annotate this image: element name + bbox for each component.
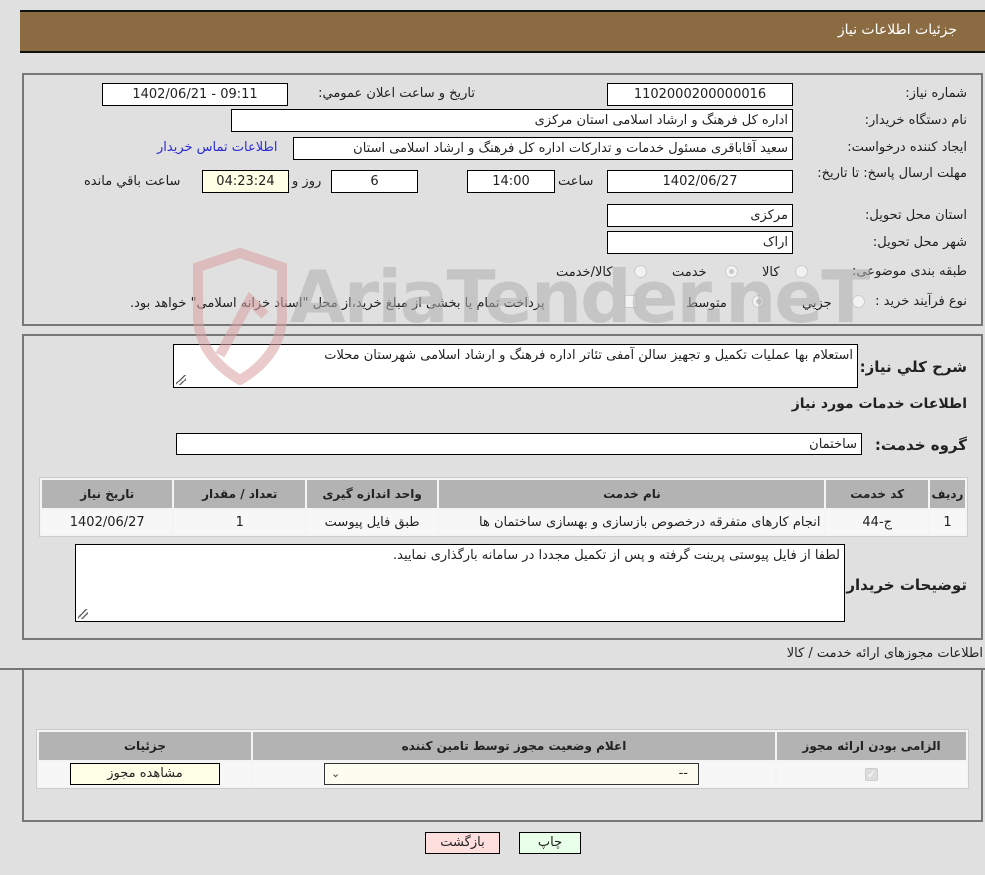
- col-header-name: نام خدمت: [439, 480, 825, 508]
- cell-service-code: ج-44: [826, 510, 928, 534]
- cell-row-number: 1: [929, 510, 965, 534]
- table-row: ✓ -- ⌄ مشاهده مجوز: [39, 762, 966, 786]
- service-group-field: ساختمان: [176, 433, 862, 455]
- description-text: استعلام بها عملیات تکمیل و تجهیز سالن آم…: [324, 348, 853, 363]
- cell-quantity: 1: [174, 510, 305, 534]
- city-field: اراک: [607, 231, 793, 254]
- need-number-label: شماره نیاز:: [905, 86, 967, 101]
- province-label: استان محل تحویل:: [865, 208, 967, 223]
- buyer-notes-textarea[interactable]: لطفا از فایل پیوستی پرینت گرفته و پس از …: [75, 544, 845, 622]
- resize-handle-icon[interactable]: [78, 609, 88, 619]
- view-permit-button[interactable]: مشاهده مجوز: [70, 763, 220, 785]
- buyer-org-field: اداره کل فرهنگ و ارشاد اسلامی استان مرکز…: [231, 109, 793, 132]
- category-option-service: خدمت: [672, 265, 707, 280]
- chevron-down-icon: ⌄: [331, 767, 341, 780]
- city-label: شهر محل تحویل:: [872, 235, 967, 250]
- col-header-unit: واحد اندازه گیری: [306, 480, 438, 508]
- remaining-time-field: 04:23:24: [202, 170, 289, 193]
- category-radio-service[interactable]: [725, 265, 738, 278]
- cell-need-date: 1402/06/27: [42, 510, 173, 534]
- col-header-permit-status: اعلام وضعیت مجوز توسط تامین کننده: [253, 732, 775, 760]
- service-group-label: گروه خدمت:: [874, 436, 967, 454]
- required-checkbox-checked-icon: ✓: [865, 767, 878, 781]
- permit-status-select[interactable]: -- ⌄: [324, 763, 699, 785]
- col-header-row: ردیف: [929, 480, 965, 508]
- services-section-title: اطلاعات خدمات مورد نیاز: [791, 396, 967, 412]
- category-option-goods: کالا: [762, 265, 780, 280]
- table-row: 1 ج-44 انجام کارهای متفرقه درخصوص بازساز…: [42, 510, 965, 534]
- col-header-details: جزئیات: [39, 732, 251, 760]
- purchase-option-minor: جزيي: [802, 296, 832, 311]
- deadline-time-label: ساعت: [558, 174, 594, 189]
- page-title: جزئيات اطلاعات نیاز: [837, 22, 957, 38]
- cell-details: مشاهده مجوز: [39, 762, 251, 786]
- buyer-notes-label: توضیحات خریدار:: [840, 576, 967, 594]
- permits-title: اطلاعات مجوزهای ارائه خدمت / کالا: [786, 646, 983, 661]
- cell-unit: طبق فایل پیوست: [306, 510, 438, 534]
- days-label: روز و: [292, 174, 322, 189]
- purchase-option-medium: متوسط: [686, 296, 727, 311]
- buyer-notes-text: لطفا از فایل پیوستی پرینت گرفته و پس از …: [393, 548, 840, 563]
- remaining-days-field: 6: [331, 170, 418, 193]
- buyer-contact-link[interactable]: اطلاعات تماس خریدار: [157, 140, 277, 155]
- announce-datetime-label: تاریخ و ساعت اعلان عمومي:: [318, 86, 475, 101]
- province-field: مرکزی: [607, 204, 793, 227]
- page-header: جزئيات اطلاعات نیاز: [20, 10, 985, 53]
- permits-title-bar: اطلاعات مجوزهای ارائه خدمت / کالا: [0, 640, 985, 670]
- buyer-org-label: نام دستگاه خریدار:: [864, 113, 967, 128]
- deadline-date-field: 1402/06/27: [607, 170, 793, 193]
- cell-service-name: انجام کارهای متفرقه درخصوص بازسازی و بهس…: [439, 510, 825, 534]
- purchase-radio-medium[interactable]: [752, 295, 765, 308]
- resize-handle-icon[interactable]: [176, 375, 186, 385]
- category-radio-goods[interactable]: [795, 265, 808, 278]
- remaining-time-label: ساعت باقي مانده: [84, 174, 181, 189]
- services-table: ردیف کد خدمت نام خدمت واحد اندازه گیری ت…: [39, 477, 968, 537]
- deadline-time-field: 14:00: [467, 170, 555, 193]
- description-textarea[interactable]: استعلام بها عملیات تکمیل و تجهیز سالن آم…: [173, 344, 858, 388]
- col-header-code: کد خدمت: [826, 480, 928, 508]
- category-option-goods-service: کالا/خدمت: [556, 265, 613, 280]
- col-header-date: تاریخ نیاز: [42, 480, 173, 508]
- treasury-checkbox[interactable]: [624, 295, 637, 308]
- col-header-quantity: تعداد / مقدار: [174, 480, 305, 508]
- purchase-type-label: نوع فرآیند خرید :: [875, 294, 967, 309]
- permits-table: الزامی بودن ارائه مجوز اعلام وضعیت مجوز …: [36, 729, 969, 789]
- back-button[interactable]: بازگشت: [425, 832, 500, 854]
- purchase-radio-minor[interactable]: [852, 295, 865, 308]
- cell-permit-status: -- ⌄: [253, 762, 775, 786]
- requester-label: ایجاد کننده درخواست:: [847, 140, 967, 155]
- treasury-note: پرداخت تمام یا بخشی از مبلغ خرید،از محل …: [130, 296, 545, 311]
- permit-status-value: --: [678, 766, 688, 781]
- col-header-permit-required: الزامی بودن ارائه مجوز: [777, 732, 966, 760]
- cell-permit-required: ✓: [777, 762, 966, 786]
- requester-field: سعید آقاباقری مسئول خدمات و تدارکات ادار…: [293, 137, 793, 160]
- announce-datetime-field: 1402/06/21 - 09:11: [102, 83, 288, 106]
- category-label: طبقه بندی موضوعی:: [851, 264, 967, 279]
- deadline-label: مهلت ارسال پاسخ: تا تاریخ:: [817, 166, 967, 181]
- need-number-field: 1102000200000016: [607, 83, 793, 106]
- description-label: شرح كلي نياز:: [859, 358, 967, 376]
- category-radio-goods-service[interactable]: [634, 265, 647, 278]
- print-button[interactable]: چاپ: [519, 832, 581, 854]
